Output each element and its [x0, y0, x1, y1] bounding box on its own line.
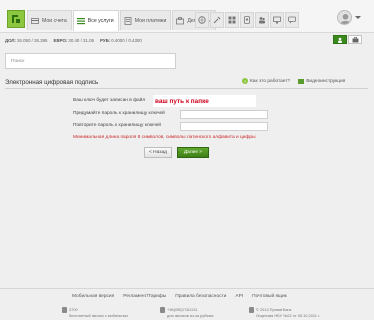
- monitor-icon[interactable]: [270, 12, 284, 28]
- payments-icon: [124, 16, 132, 25]
- people-icon[interactable]: [255, 12, 269, 28]
- badge-icon[interactable]: [240, 12, 254, 28]
- icon-tabs: [195, 12, 299, 28]
- tab-all-services[interactable]: Все услуги: [72, 10, 119, 31]
- repeat-password-label: Повторите пароль к хранилищу ключей: [73, 123, 161, 128]
- full-phone: +38(056)7161131 для звонков из-за рубежа: [160, 307, 213, 318]
- bank-icon: [249, 307, 254, 313]
- deposit-icon: [176, 16, 185, 25]
- footer-link-mobile[interactable]: Мобильная версия: [72, 294, 114, 299]
- rate-usd: ДОЛ:26.050 / 26.395: [5, 38, 48, 43]
- tab-label: Мои платежи: [134, 17, 167, 24]
- repeat-password-field[interactable]: [180, 122, 268, 131]
- question-icon: ?: [242, 78, 248, 84]
- tools-icon[interactable]: [210, 12, 224, 28]
- view-mode-toggle: [333, 35, 362, 44]
- chat-icon[interactable]: [285, 12, 299, 28]
- footer-link-tariffs[interactable]: Регламент/Тарифы: [123, 294, 166, 299]
- accounts-icon: [31, 17, 39, 25]
- password-field[interactable]: [180, 110, 268, 119]
- footer-divider: [0, 288, 374, 289]
- phone-icon: [160, 307, 165, 313]
- exchange-rates: ДОЛ:26.050 / 26.395 ЕВРО:30.40 / 31.05 Р…: [5, 38, 142, 43]
- footer-link-security[interactable]: Правила безопасности: [175, 294, 226, 299]
- password-requirements-warning: Минимальная длина пароля 8 символов, сим…: [73, 135, 256, 140]
- rate-rub: РУБ:0.4000 / 0.4300: [100, 38, 142, 43]
- tab-my-payments[interactable]: Мои платежи: [119, 10, 172, 30]
- main-tabs: Мои счета Все услуги Мои платежи Депозит…: [27, 10, 217, 31]
- top-navigation-bar: Мои счета Все услуги Мои платежи Депозит…: [0, 0, 374, 33]
- globe-icon[interactable]: [195, 12, 209, 28]
- business-mode-button[interactable]: [348, 35, 362, 44]
- privatbank-logo[interactable]: [7, 10, 25, 28]
- short-phone: 3700 бесплатный звонок с мобильных: [62, 307, 128, 318]
- password-label: Придумайте пароль к хранилищу ключей: [73, 111, 165, 116]
- footer-links: Мобильная версия Регламент/Тарифы Правил…: [72, 294, 287, 299]
- key-saved-label: Ваш ключ будет записан в файл: [73, 98, 146, 103]
- key-path-field[interactable]: ваш путь к папке: [153, 95, 256, 107]
- next-button[interactable]: Далее >: [177, 147, 209, 158]
- tab-my-accounts[interactable]: Мои счета: [27, 10, 72, 30]
- search-placeholder: Поиск: [11, 58, 25, 64]
- footer-contacts: 3700 бесплатный звонок с мобильных +38(0…: [0, 304, 374, 320]
- page-title: Электронная цифровая подпись: [5, 79, 99, 86]
- copyright: © 2014 ПриватБанк Лицензия НБУ №22 от 05…: [249, 307, 320, 318]
- divider: [5, 88, 368, 89]
- mobile-phone-icon: [62, 307, 67, 313]
- search-input[interactable]: Поиск: [5, 53, 176, 69]
- person-mode-button[interactable]: [333, 35, 347, 44]
- chevron-down-icon[interactable]: [355, 16, 361, 19]
- key-path-value: ваш путь к папке: [155, 97, 209, 105]
- user-avatar[interactable]: [337, 10, 352, 25]
- grid-icon[interactable]: [225, 12, 239, 28]
- tab-label: Все услуги: [87, 18, 114, 24]
- list-icon: [76, 17, 85, 25]
- how-it-works-link[interactable]: ? Как это работает?: [242, 78, 290, 84]
- footer-link-mailbox[interactable]: Почтовый ящик: [252, 294, 287, 299]
- video-instruction-link[interactable]: Видеоинструкция: [298, 78, 345, 84]
- back-button[interactable]: < Назад: [144, 147, 172, 158]
- help-links: ? Как это работает? Видеоинструкция: [242, 78, 345, 84]
- rate-eur: ЕВРО:30.40 / 31.05: [53, 38, 95, 43]
- footer-link-api[interactable]: API: [235, 294, 243, 299]
- video-icon: [298, 78, 305, 84]
- tab-label: Мои счета: [42, 17, 67, 24]
